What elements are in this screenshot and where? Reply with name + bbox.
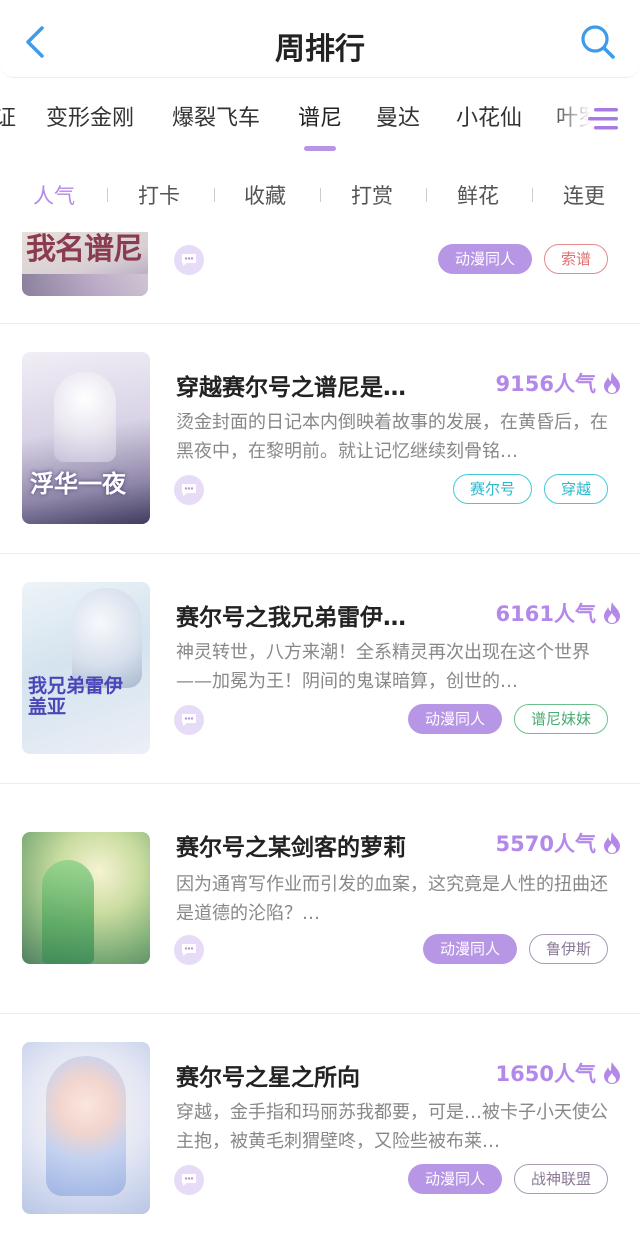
active-tab-indicator	[304, 146, 336, 151]
book-description: 烫金封面的日记本内倒映着故事的发展，在黄昏后，在黑夜中，在黎明前。就让记忆继续刻…	[176, 412, 608, 462]
sort-tabs: 人气 打卡 收藏 打赏 鲜花 连更	[0, 168, 640, 218]
tab-category-2[interactable]: 爆裂飞车	[172, 100, 260, 132]
book-cover[interactable]	[22, 1042, 150, 1214]
tab-category-4[interactable]: 曼达	[376, 100, 420, 132]
popularity-count: 6161人气	[496, 598, 622, 628]
book-description: 因为通宵写作业而引发的血案，这究竟是人性的扭曲还是道德的沦陷？…	[176, 874, 608, 924]
cover-figure	[42, 860, 94, 964]
cover-figure	[72, 588, 142, 688]
book-cover[interactable]: 我名谱尼	[22, 232, 148, 296]
category-tabs: 证 变形金刚 爆裂飞车 谱尼 曼达 小花仙 叶罗	[0, 92, 640, 154]
list-item[interactable]: 我名谱尼 动漫同人 索谱	[0, 226, 640, 324]
tag[interactable]: 动漫同人	[422, 934, 517, 964]
list-item[interactable]: 赛尔号之某剑客的萝莉 5570人气 因为通宵写作业而引发的血案，这究竟是人性的扭…	[0, 784, 640, 1014]
book-cover[interactable]	[22, 832, 150, 964]
cover-figure	[46, 1056, 126, 1196]
tag[interactable]: 索谱	[543, 244, 608, 274]
list-item[interactable]: 我兄弟雷伊盖亚 赛尔号之我兄弟雷伊… 6161人气 神灵转世，八方来潮！全系精灵…	[0, 554, 640, 784]
divider	[532, 188, 533, 202]
tag[interactable]: 谱尼妹妹	[513, 704, 608, 734]
popularity-value: 6161人气	[495, 602, 596, 626]
divider	[320, 188, 321, 202]
cover-decoration	[22, 274, 148, 296]
divider	[214, 188, 215, 202]
list-item[interactable]: 赛尔号之星之所向 1650人气 穿越，金手指和玛丽苏我都要，可是…被卡子小天使公…	[0, 1014, 640, 1242]
list-item[interactable]: 浮华一夜 穿越赛尔号之谱尼是… 9156人气 烫金封面的日记本内倒映着故事的发展…	[0, 324, 640, 554]
comment-button[interactable]	[174, 245, 204, 275]
comment-button[interactable]	[174, 705, 204, 735]
page-title: 周排行	[275, 32, 365, 67]
tag-group: 动漫同人 战神联盟	[407, 1164, 608, 1194]
comment-icon	[182, 484, 196, 496]
tag-group: 赛尔号 穿越	[452, 474, 608, 504]
sort-tab-2[interactable]: 收藏	[244, 180, 286, 210]
tag-group: 动漫同人 鲁伊斯	[422, 934, 608, 964]
tag[interactable]: 动漫同人	[407, 704, 502, 734]
top-bar: 周排行	[0, 0, 640, 78]
tag-group: 动漫同人 索谱	[437, 244, 608, 274]
book-description: 神灵转世，八方来潮！全系精灵再次出现在这个世界——加冕为王！阴间的鬼谋暗算，创世…	[176, 642, 590, 692]
fire-icon	[604, 372, 620, 394]
category-menu-button[interactable]	[586, 102, 620, 136]
tab-category-active[interactable]: 谱尼	[298, 100, 342, 132]
cover-title-art: 浮华一夜	[30, 469, 126, 498]
comment-icon	[182, 1174, 196, 1186]
sort-tab-active[interactable]: 人气	[33, 180, 75, 210]
sort-tab-4[interactable]: 鲜花	[457, 180, 499, 210]
popularity-value: 5570人气	[495, 832, 596, 856]
popularity-value: 9156人气	[495, 372, 596, 396]
book-title[interactable]: 穿越赛尔号之谱尼是…	[176, 368, 446, 402]
popularity-count: 1650人气	[496, 1058, 622, 1088]
sort-tab-3[interactable]: 打赏	[351, 180, 393, 210]
divider	[107, 188, 108, 202]
cover-figure	[54, 372, 116, 462]
book-cover[interactable]: 浮华一夜	[22, 352, 150, 524]
comment-button[interactable]	[174, 1165, 204, 1195]
tag[interactable]: 鲁伊斯	[528, 934, 608, 964]
divider	[426, 188, 427, 202]
search-icon	[581, 25, 615, 59]
menu-list-icon	[588, 108, 618, 130]
book-title[interactable]: 赛尔号之星之所向	[176, 1058, 456, 1092]
tag[interactable]: 动漫同人	[407, 1164, 502, 1194]
cover-title-art: 我兄弟雷伊盖亚	[28, 675, 124, 718]
tab-category-1[interactable]: 变形金刚	[46, 100, 134, 132]
comment-button[interactable]	[174, 935, 204, 965]
book-title[interactable]: 赛尔号之某剑客的萝莉	[176, 828, 456, 862]
comment-icon	[182, 254, 196, 266]
comment-icon	[182, 944, 196, 956]
comment-icon	[182, 714, 196, 726]
sort-tab-1[interactable]: 打卡	[138, 180, 180, 210]
book-description: 穿越，金手指和玛丽苏我都要，可是…被卡子小天使公主抱，被黄毛刺猬壁咚，又险些被布…	[176, 1102, 608, 1152]
tag[interactable]: 战神联盟	[513, 1164, 608, 1194]
cover-title-art: 我名谱尼	[26, 232, 143, 267]
sort-tab-5[interactable]: 连更	[563, 180, 605, 210]
tag[interactable]: 赛尔号	[452, 474, 532, 504]
tab-category-5[interactable]: 小花仙	[456, 100, 522, 132]
tag[interactable]: 穿越	[543, 474, 608, 504]
fire-icon	[604, 832, 620, 854]
search-button[interactable]	[578, 22, 618, 62]
fire-icon	[604, 602, 620, 624]
tag-group: 动漫同人 谱尼妹妹	[407, 704, 608, 734]
comment-button[interactable]	[174, 475, 204, 505]
book-cover[interactable]: 我兄弟雷伊盖亚	[22, 582, 150, 754]
tag[interactable]: 动漫同人	[437, 244, 532, 274]
tab-category-0[interactable]: 证	[0, 100, 16, 132]
fire-icon	[604, 1062, 620, 1084]
popularity-value: 1650人气	[495, 1062, 596, 1086]
popularity-count: 5570人气	[496, 828, 622, 858]
book-title[interactable]: 赛尔号之我兄弟雷伊…	[176, 598, 446, 632]
popularity-count: 9156人气	[496, 368, 622, 398]
